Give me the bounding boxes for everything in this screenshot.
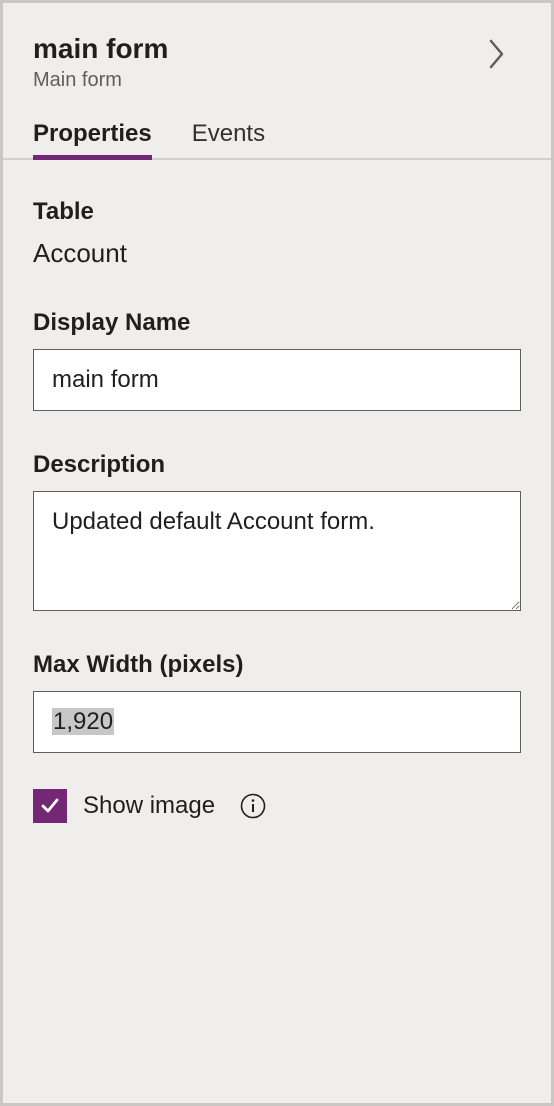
properties-panel: main form Main form Properties Events Ta… — [0, 0, 554, 1106]
chevron-right-icon[interactable] — [485, 35, 509, 73]
info-icon[interactable] — [239, 792, 267, 820]
display-name-input[interactable] — [33, 349, 521, 411]
max-width-input[interactable]: 1,920 — [33, 691, 521, 753]
max-width-value: 1,920 — [52, 708, 114, 735]
panel-subtitle: Main form — [33, 69, 521, 92]
tab-properties[interactable]: Properties — [33, 120, 152, 158]
display-name-label: Display Name — [33, 309, 521, 337]
show-image-label: Show image — [83, 792, 215, 820]
show-image-checkbox[interactable] — [33, 789, 67, 823]
table-value: Account — [33, 238, 521, 269]
description-input[interactable]: Updated default Account form. — [33, 491, 521, 611]
tab-events[interactable]: Events — [192, 120, 265, 158]
max-width-label: Max Width (pixels) — [33, 651, 521, 679]
table-label: Table — [33, 198, 521, 226]
show-image-row: Show image — [33, 789, 521, 823]
panel-content: Table Account Display Name Description U… — [3, 160, 551, 853]
tabs: Properties Events — [3, 92, 551, 160]
panel-title: main form — [33, 33, 521, 65]
description-label: Description — [33, 451, 521, 479]
panel-header: main form Main form — [3, 3, 551, 92]
